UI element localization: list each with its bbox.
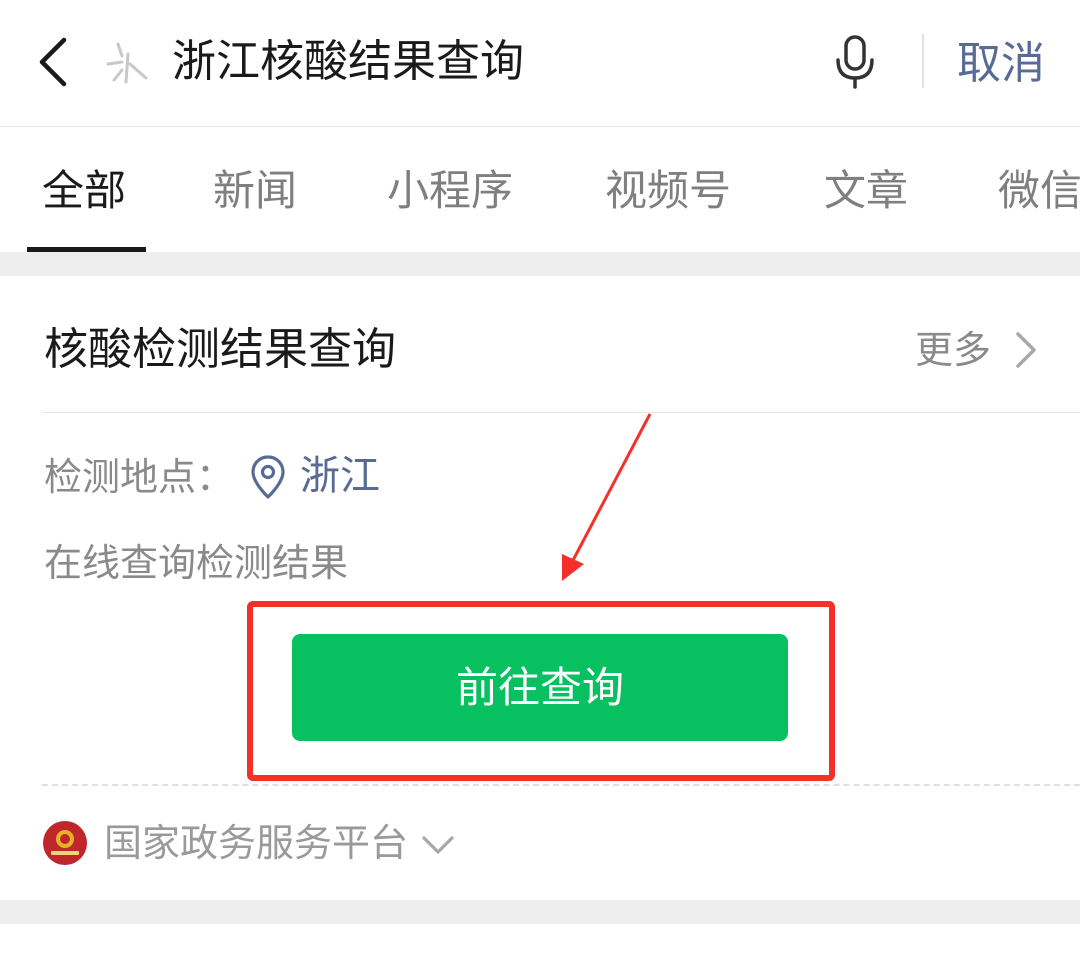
national-emblem-icon	[43, 821, 87, 865]
tab-news[interactable]: 新闻	[213, 163, 297, 219]
card-description: 在线查询检测结果	[44, 541, 349, 585]
cancel-button[interactable]: 取消	[957, 34, 1045, 94]
search-input[interactable]: 浙江核酸结果查询	[172, 32, 524, 92]
more-link[interactable]: 更多	[915, 324, 991, 376]
chevron-down-icon[interactable]	[420, 832, 456, 858]
tab-all[interactable]: 全部	[42, 163, 126, 219]
section-gap	[0, 900, 1080, 924]
source-name[interactable]: 国家政务服务平台	[104, 816, 408, 870]
card-title[interactable]: 核酸检测结果查询	[44, 320, 396, 380]
annotation-arrow	[562, 413, 652, 581]
dashed-divider	[42, 784, 1080, 786]
next-section	[0, 924, 1080, 953]
location-value[interactable]: 浙江	[300, 448, 380, 504]
tab-bar: 全部 新闻 小程序 视频号 文章 微信	[0, 127, 1080, 252]
chevron-right-icon[interactable]	[1012, 330, 1040, 370]
result-card: 核酸检测结果查询 更多 检测地点： 浙江 在线查询检测结果 前往查询 国家政务服…	[0, 276, 1080, 900]
search-bar: 浙江核酸结果查询 取消	[0, 0, 1080, 127]
location-label: 检测地点：	[44, 455, 235, 499]
microphone-icon[interactable]	[832, 34, 878, 90]
wechat-search-logo-icon	[106, 42, 148, 84]
back-arrow-icon[interactable]	[34, 36, 74, 88]
location-pin-icon	[251, 455, 285, 499]
divider	[42, 412, 1080, 413]
tab-mini-programs[interactable]: 小程序	[387, 163, 513, 219]
tab-channels[interactable]: 视频号	[605, 163, 731, 219]
tab-articles[interactable]: 文章	[824, 163, 908, 219]
go-query-button[interactable]: 前往查询	[292, 634, 788, 741]
divider	[922, 34, 924, 88]
tab-wechat[interactable]: 微信	[998, 163, 1080, 219]
section-gap	[0, 252, 1080, 276]
